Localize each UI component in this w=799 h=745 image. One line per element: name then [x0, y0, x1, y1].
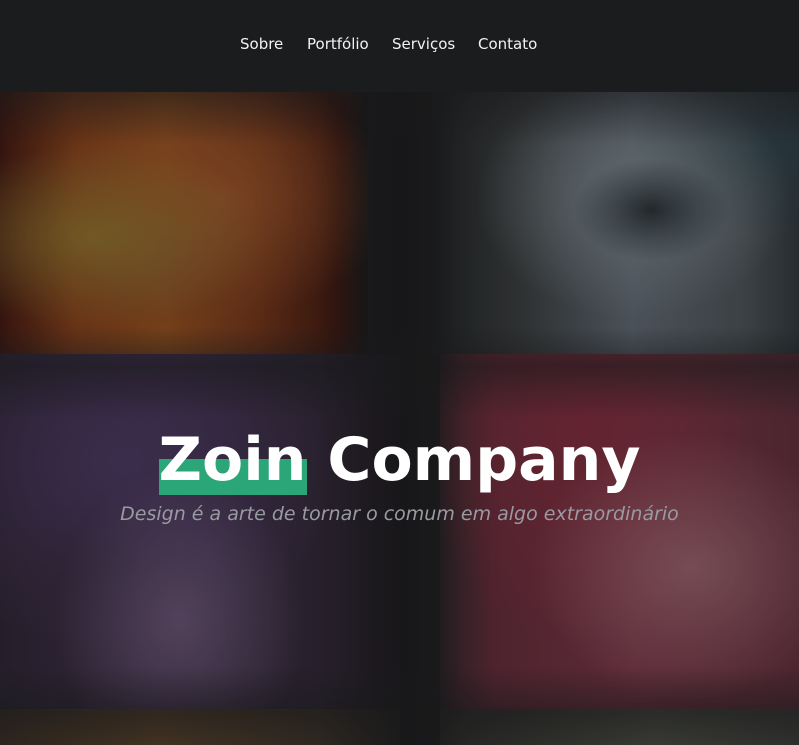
hero-tagline: Design é a arte de tornar o comum em alg…	[120, 503, 679, 525]
nav-link-sobre[interactable]: Sobre	[240, 34, 283, 54]
hero-title-rest: Company	[327, 425, 641, 495]
hero-title-highlight: Zoin	[158, 425, 307, 495]
hero-title: Zoin Company	[0, 425, 799, 495]
hero-section: Zoin Company Design é a arte de tornar o…	[0, 92, 799, 745]
nav-link-contato[interactable]: Contato	[478, 34, 537, 54]
nav-link-servicos[interactable]: Serviços	[392, 34, 455, 54]
background-dim-overlay	[0, 92, 799, 745]
nav-link-portfolio[interactable]: Portfólio	[307, 34, 369, 54]
top-navigation: Sobre Portfólio Serviços Contato	[0, 0, 799, 92]
page: Sobre Portfólio Serviços Contato Zoin Co…	[0, 0, 799, 745]
hero-background-image	[0, 92, 799, 745]
